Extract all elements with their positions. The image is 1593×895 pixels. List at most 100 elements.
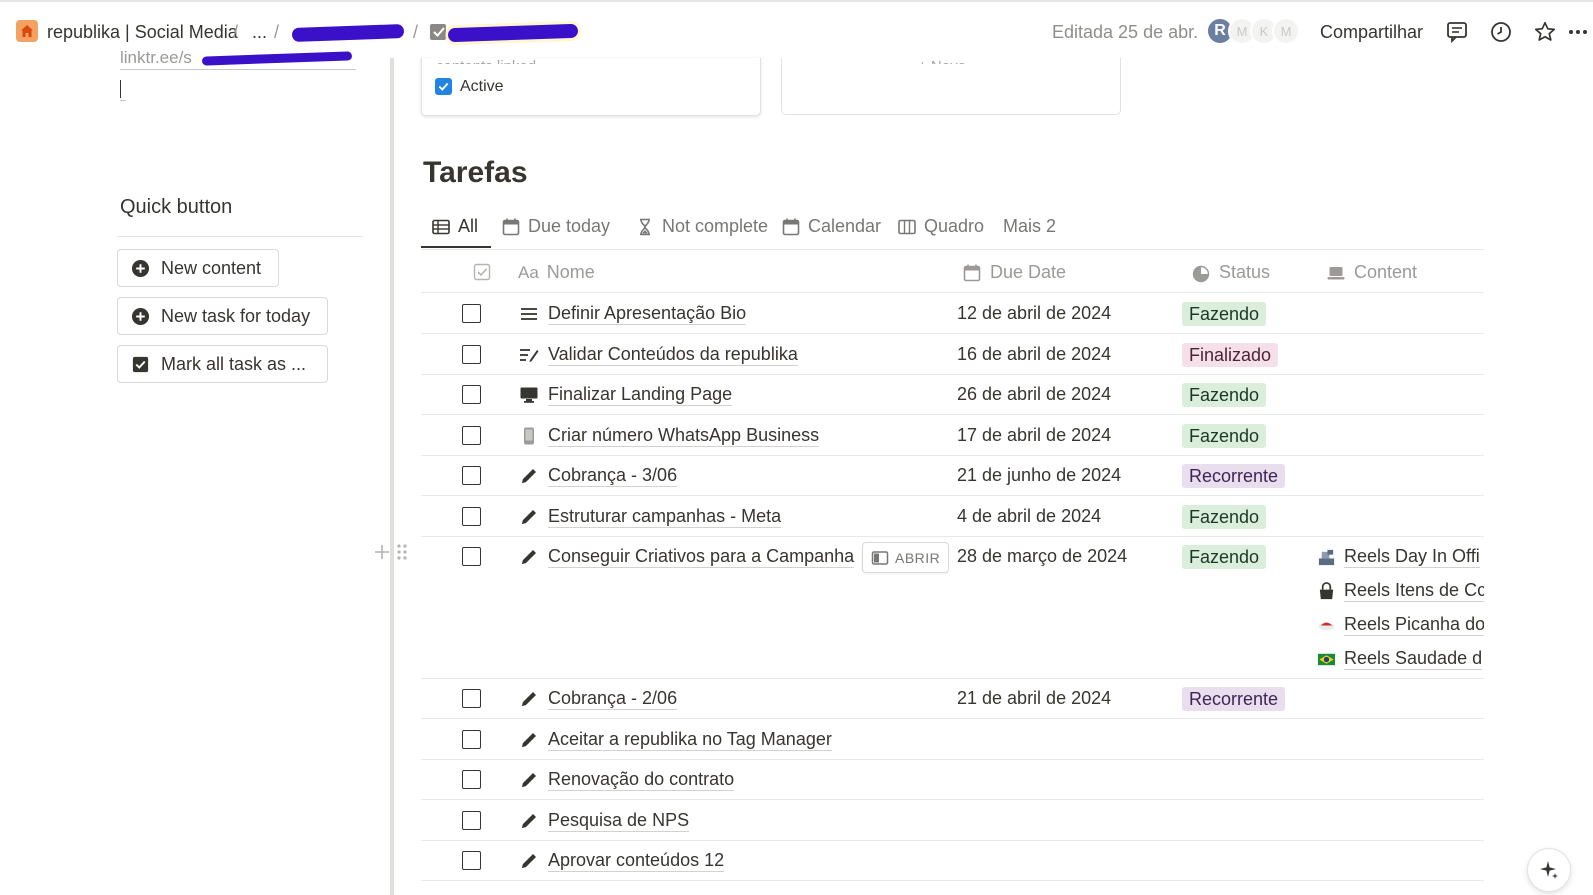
task-name[interactable]: Finalizar Landing Page <box>548 384 733 406</box>
task-checkbox[interactable] <box>462 344 481 364</box>
favorite-star-icon[interactable] <box>1532 19 1558 45</box>
status-badge[interactable]: Fazendo <box>1182 545 1267 569</box>
content-page-icon <box>1316 615 1336 635</box>
table-row[interactable]: Cobrança - 2/06 21 de abril de 2024 Recorr… <box>421 678 1484 719</box>
share-button[interactable]: Compartilhar <box>1320 22 1423 43</box>
task-checkbox[interactable] <box>462 425 481 445</box>
task-name[interactable]: Criar número WhatsApp Business <box>548 425 820 447</box>
task-name[interactable]: Definir Apresentação Bio <box>548 303 747 325</box>
status-icon <box>1192 265 1210 282</box>
content-page-icon <box>1316 649 1336 669</box>
laptop-icon <box>1327 266 1345 279</box>
link-field[interactable]: linktr.ee/s <box>120 48 356 70</box>
due-date[interactable]: 17 de abril de 2024 <box>957 425 1111 446</box>
tab-not-complete[interactable]: Not complete <box>635 216 768 237</box>
ai-assistant-button[interactable] <box>1527 848 1571 892</box>
content-link[interactable]: Reels Itens de Cc <box>1316 579 1484 603</box>
table-row[interactable]: Renovação do contrato <box>421 759 1484 800</box>
empty-line <box>120 100 126 101</box>
pencil-icon <box>518 465 540 487</box>
due-date[interactable]: 16 de abril de 2024 <box>957 344 1111 365</box>
task-checkbox[interactable] <box>462 810 481 830</box>
table-row[interactable]: Finalizar Landing Page 26 de abril de 202… <box>421 374 1484 415</box>
task-name[interactable]: Cobrança - 3/06 <box>548 465 678 487</box>
open-button[interactable]: ABRIR <box>862 542 950 573</box>
due-date[interactable]: 12 de abril de 2024 <box>957 303 1111 324</box>
table-icon <box>432 219 450 234</box>
task-checkbox[interactable] <box>462 547 481 566</box>
breadcrumb-ellipsis[interactable]: ... <box>252 22 267 43</box>
task-name[interactable]: Aprovar conteúdos 12 <box>548 850 725 872</box>
due-date[interactable]: 21 de abril de 2024 <box>957 688 1111 709</box>
task-name[interactable]: Cobrança - 2/06 <box>548 688 678 710</box>
task-name[interactable]: Conseguir Criativos para a Campanha <box>548 546 855 568</box>
task-checkbox[interactable] <box>462 506 481 526</box>
table-row[interactable]: Criar número WhatsApp Business 17 de abri… <box>421 415 1484 456</box>
status-badge[interactable]: Fazendo <box>1182 302 1267 326</box>
table-row[interactable]: Cobrança - 3/06 21 de junho de 2024 Recorr… <box>421 455 1484 496</box>
table-row[interactable]: Validar Conteúdos da republika 16 de abri… <box>421 334 1484 375</box>
due-date[interactable]: 21 de junho de 2024 <box>957 465 1121 486</box>
task-name[interactable]: Pesquisa de NPS <box>548 810 690 832</box>
task-checkbox[interactable] <box>462 385 481 404</box>
content-link[interactable]: Reels Saudade d <box>1316 647 1484 671</box>
column-header-name[interactable]: Aa Nome <box>518 262 595 283</box>
task-name[interactable]: Aceitar a republika no Tag Manager <box>548 729 832 751</box>
status-badge[interactable]: Fazendo <box>1182 383 1267 407</box>
due-date[interactable]: 28 de março de 2024 <box>957 546 1127 567</box>
tab-more[interactable]: Mais 2 <box>1003 216 1056 237</box>
more-options-icon[interactable] <box>1565 19 1591 45</box>
new-card[interactable]: + Novo <box>781 58 1121 115</box>
task-checkbox[interactable] <box>462 689 481 708</box>
board-columns-icon <box>898 219 916 234</box>
task-name[interactable]: Renovação do contrato <box>548 769 735 791</box>
table-row[interactable]: Definir Apresentação Bio 12 de abril de 2… <box>421 293 1484 334</box>
avatar[interactable]: M <box>1272 17 1300 45</box>
status-badge[interactable]: Fazendo <box>1182 423 1267 448</box>
row-drag-handle[interactable] <box>371 541 411 563</box>
tab-calendar[interactable]: Calendar <box>781 216 881 237</box>
status-badge[interactable]: Recorrente <box>1182 687 1286 711</box>
status-badge[interactable]: Finalizado <box>1182 342 1279 367</box>
history-clock-icon[interactable] <box>1488 19 1514 45</box>
task-checkbox[interactable] <box>462 466 481 485</box>
table-row[interactable]: Aprovar conteúdos 12 <box>421 840 1484 881</box>
task-checkbox[interactable] <box>462 851 481 870</box>
calendar-icon <box>963 264 981 281</box>
add-new-card-text[interactable]: + Novo <box>918 58 966 64</box>
content-link[interactable]: Reels Day In Offi <box>1316 545 1484 569</box>
add-drag-icon <box>375 544 407 560</box>
tab-all[interactable]: All <box>431 216 478 237</box>
mark-all-tasks-button[interactable]: Mark all task as ... <box>117 345 328 383</box>
select-all-checkbox[interactable] <box>472 262 500 282</box>
breadcrumb-workspace[interactable]: republika | Social Media <box>47 22 238 43</box>
status-badge[interactable]: Recorrente <box>1182 464 1286 488</box>
task-checkbox[interactable] <box>462 304 481 323</box>
status-badge[interactable]: Fazendo <box>1182 504 1267 529</box>
column-header-due-date[interactable]: Due Date <box>962 262 1066 283</box>
column-header-content[interactable]: Content <box>1326 262 1417 283</box>
workspace-home-icon[interactable] <box>16 20 38 42</box>
task-name[interactable]: Estruturar campanhas - Meta <box>548 506 782 528</box>
task-checkbox[interactable] <box>462 729 481 749</box>
text-property-icon: Aa <box>518 262 539 282</box>
tab-board[interactable]: Quadro <box>897 216 984 237</box>
table-row[interactable]: Pesquisa de NPS <box>421 800 1484 841</box>
comments-icon[interactable] <box>1444 19 1470 45</box>
new-content-button[interactable]: New content <box>117 249 279 287</box>
due-date[interactable]: 4 de abril de 2024 <box>957 506 1101 527</box>
table-row[interactable]: Conseguir Criativos para a Campanha ABRIR… <box>421 536 1484 679</box>
task-name[interactable]: Validar Conteúdos da republika <box>548 344 798 366</box>
active-checkbox[interactable] <box>435 78 452 95</box>
active-label: Active <box>460 78 504 95</box>
breadcrumb-separator: / <box>274 22 280 42</box>
tab-due-today[interactable]: Due today <box>501 216 610 237</box>
new-task-today-button[interactable]: New task for today <box>117 297 328 335</box>
content-link[interactable]: Reels Picanha do <box>1316 613 1484 637</box>
column-divider[interactable] <box>390 58 394 895</box>
table-row[interactable]: Estruturar campanhas - Meta 4 de abril de… <box>421 496 1484 537</box>
column-header-status[interactable]: Status <box>1191 262 1270 283</box>
table-row[interactable]: Aceitar a republika no Tag Manager <box>421 719 1484 760</box>
task-checkbox[interactable] <box>462 770 481 789</box>
due-date[interactable]: 26 de abril de 2024 <box>957 384 1111 405</box>
